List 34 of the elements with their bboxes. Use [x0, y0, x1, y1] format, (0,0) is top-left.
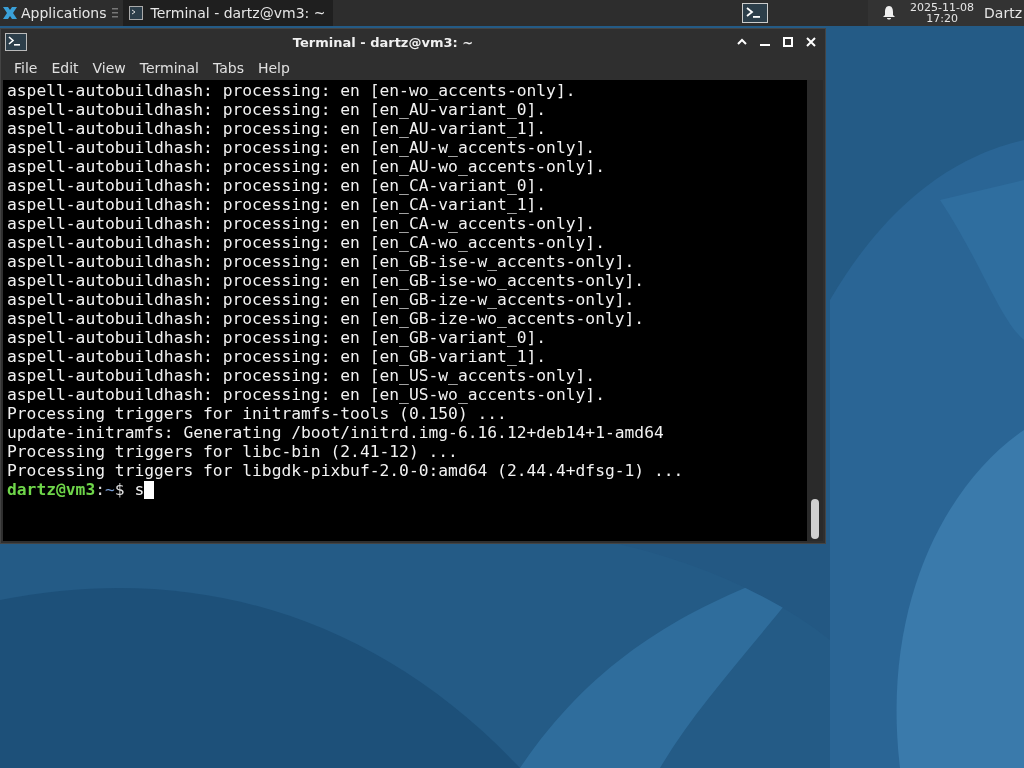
- output-line: aspell-autobuildhash: processing: en [en_GB-variant_0].: [7, 328, 548, 347]
- menu-item[interactable]: View: [85, 59, 133, 76]
- output-line: aspell-autobuildhash: processing: en [en_AU-variant_1].: [7, 119, 548, 138]
- menu-item[interactable]: Terminal: [132, 59, 206, 76]
- output-line: aspell-autobuildhash: processing: en [en-wo_accents-only].: [7, 81, 577, 100]
- menu-item[interactable]: Edit: [44, 59, 86, 76]
- output-line: Processing triggers for libc-bin (2.41-12) ...: [7, 442, 459, 461]
- output-line: aspell-autobuildhash: processing: en [en_CA-variant_1].: [7, 195, 548, 214]
- window-title: Terminal - dartz@vm3: ~: [291, 34, 475, 50]
- output-line: aspell-autobuildhash: processing: en [en_GB-ise-wo_accents-only].: [7, 271, 646, 290]
- output-line: aspell-autobuildhash: processing: en [en_GB-ize-wo_accents-only].: [7, 309, 646, 328]
- output-line: aspell-autobuildhash: processing: en [en_AU-wo_accents-only].: [7, 157, 606, 176]
- output-line: aspell-autobuildhash: processing: en [en_GB-variant_1].: [7, 347, 548, 366]
- output-line: aspell-autobuildhash: processing: en [en_US-wo_accents-only].: [7, 385, 606, 404]
- menu-item[interactable]: File: [7, 59, 45, 76]
- output-line: update-initramfs: Generating /boot/initrd.img-6.16.12+deb14+1-amd64: [7, 423, 665, 442]
- user-menu[interactable]: Dartz: [984, 5, 1022, 21]
- output-line: Processing triggers for libgdk-pixbuf-2.0-0:amd64 (2.44.4+dfsg-1) ...: [7, 461, 685, 480]
- output-line: aspell-autobuildhash: processing: en [en_AU-variant_0].: [7, 100, 548, 119]
- menu-item[interactable]: Help: [250, 59, 297, 76]
- output-line: aspell-autobuildhash: processing: en [en_GB-ise-w_accents-only].: [7, 252, 636, 271]
- output-line: aspell-autobuildhash: processing: en [en_US-w_accents-only].: [7, 366, 597, 385]
- output-line: Processing triggers for initramfs-tools (0.150) ...: [7, 404, 508, 423]
- clock-date: 2025-11-08: [910, 2, 975, 13]
- output-line: aspell-autobuildhash: processing: en [en_GB-ize-w_accents-only].: [7, 290, 636, 309]
- output-line: aspell-autobuildhash: processing: en [en_CA-variant_0].: [7, 176, 548, 195]
- output-line: aspell-autobuildhash: processing: en [en_CA-wo_accents-only].: [7, 233, 606, 252]
- output-line: aspell-autobuildhash: processing: en [en_CA-w_accents-only].: [7, 214, 597, 233]
- prompt-line: dartz@vm3:~$ s: [7, 480, 145, 499]
- applications-menu[interactable]: Applications: [0, 0, 109, 26]
- output-line: aspell-autobuildhash: processing: en [en_AU-w_accents-only].: [7, 138, 597, 157]
- menu-item[interactable]: Tabs: [205, 59, 251, 76]
- taskbar-button[interactable]: Terminal - dartz@vm3: ~: [122, 0, 334, 26]
- clock-time: 17:20: [926, 13, 958, 24]
